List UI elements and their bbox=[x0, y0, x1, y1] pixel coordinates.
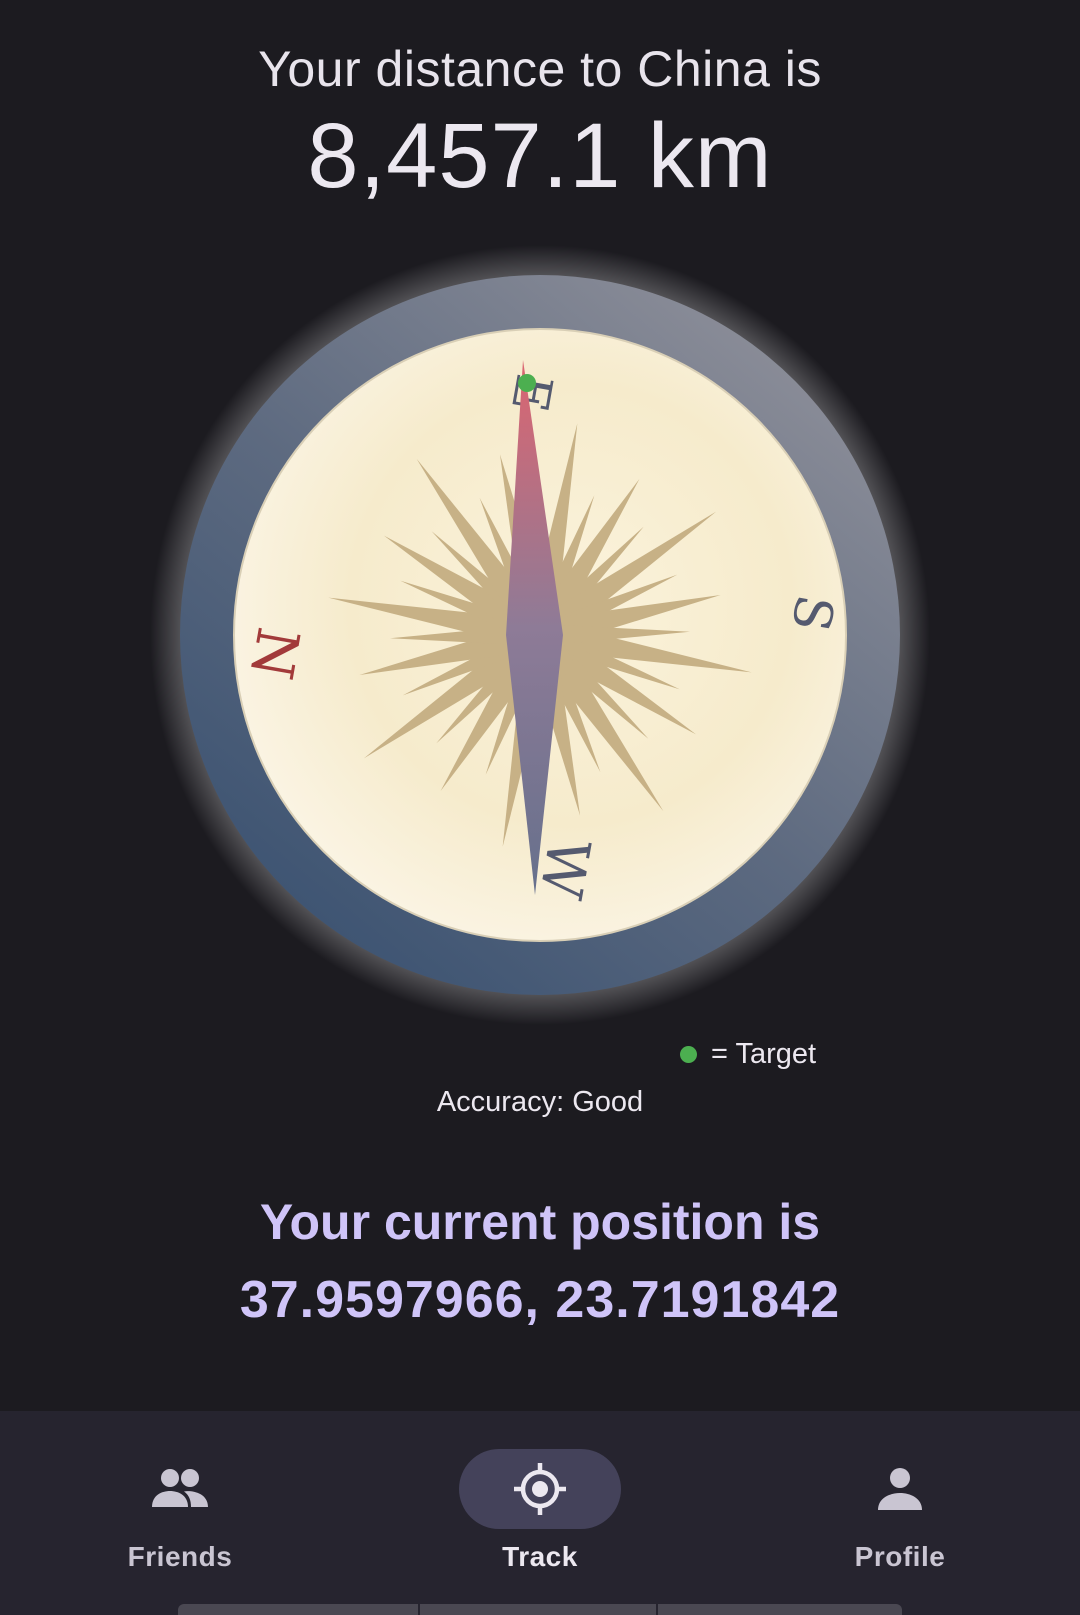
legend: = Target bbox=[680, 1038, 816, 1071]
target-dot-icon bbox=[680, 1046, 697, 1063]
accuracy-text: Accuracy: Good bbox=[436, 1086, 644, 1118]
bottom-navigation: Friends Track Profile bbox=[0, 1411, 1080, 1615]
nav-label-profile: Profile bbox=[854, 1541, 946, 1572]
distance-label: Your distance to China is bbox=[258, 41, 822, 97]
legend-label: = Target bbox=[711, 1038, 817, 1070]
nav-item-profile[interactable]: Profile bbox=[720, 1411, 1080, 1601]
nav-profile-indicator bbox=[819, 1449, 981, 1529]
target-marker bbox=[518, 374, 536, 392]
nav-label-friends: Friends bbox=[127, 1541, 233, 1572]
track-screen: Your distance to China is 8,457.1 km N E… bbox=[0, 0, 1080, 1615]
compass-graphic: N E S W bbox=[150, 245, 930, 1025]
person-icon bbox=[878, 1468, 922, 1510]
home-indicator bbox=[178, 1604, 902, 1615]
compass: N E S W bbox=[150, 245, 930, 1025]
distance-value: 8,457.1 km bbox=[307, 105, 773, 207]
nav-label-track: Track bbox=[502, 1541, 578, 1572]
nav-item-track[interactable]: Track bbox=[360, 1411, 720, 1601]
nav-track-indicator bbox=[459, 1449, 621, 1529]
nav-item-friends[interactable]: Friends bbox=[0, 1411, 360, 1601]
position-value: 37.9597966, 23.7191842 bbox=[239, 1271, 841, 1329]
people-icon bbox=[152, 1469, 208, 1507]
position-label: Your current position is bbox=[259, 1194, 821, 1250]
crosshair-icon bbox=[514, 1463, 566, 1515]
nav-friends-indicator bbox=[99, 1449, 261, 1529]
